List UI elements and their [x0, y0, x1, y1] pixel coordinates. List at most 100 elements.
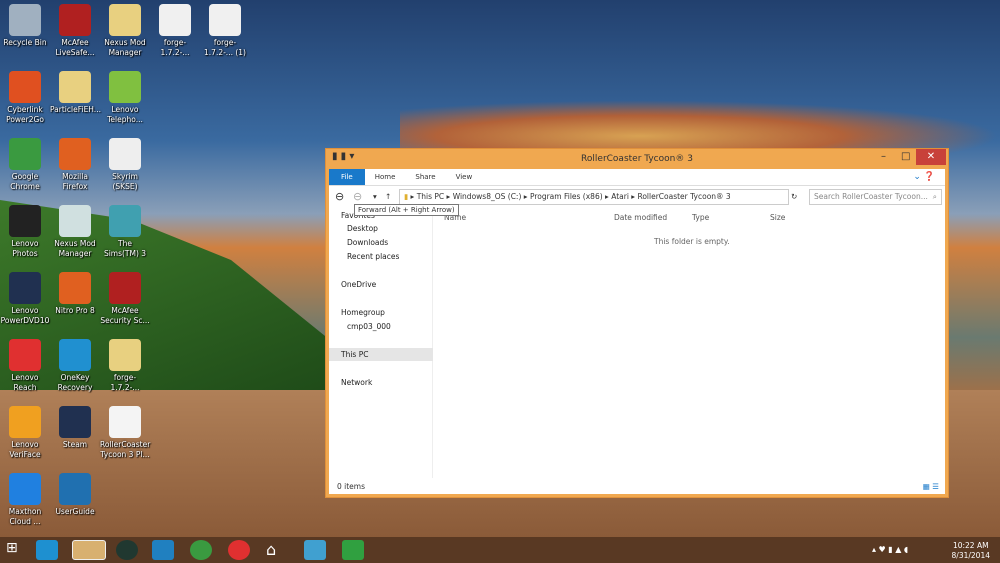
- desktop-icon[interactable]: forge-1.7.2-... (1): [200, 4, 250, 58]
- desktop-icon[interactable]: Skyrim (SKSE): [100, 138, 150, 192]
- desktop-icon[interactable]: Nexus Mod Manager: [50, 205, 100, 259]
- tab-view[interactable]: View: [446, 173, 483, 181]
- nav-item[interactable]: Recent places: [329, 250, 433, 263]
- app-icon[interactable]: [116, 540, 138, 560]
- address-bar[interactable]: ▮ ▸ This PC ▸ Windows8_OS (C:) ▸ Program…: [399, 189, 789, 205]
- tab-home[interactable]: Home: [365, 173, 406, 181]
- desktop-icon[interactable]: OneKey Recovery: [50, 339, 100, 393]
- nav-item-label: Desktop: [347, 224, 378, 233]
- app-icon: [109, 406, 141, 438]
- nav-item-label: Homegroup: [341, 308, 385, 317]
- desktop-icon[interactable]: Recycle Bin: [0, 4, 50, 48]
- column-size[interactable]: Size: [770, 213, 785, 222]
- search-icon: ⌕: [932, 192, 937, 201]
- breadcrumb-item[interactable]: Atari: [611, 192, 629, 201]
- taskbar: ⊞ ⌂ ▴ ♥ ▮ ▲ ◖ 10:22 AM 8/31/2014: [0, 537, 1000, 563]
- nav-item[interactable]: This PC: [329, 348, 433, 361]
- desktop-icon[interactable]: The Sims(TM) 3: [100, 205, 150, 259]
- desktop-icon[interactable]: UserGuide: [50, 473, 100, 517]
- breadcrumb-item[interactable]: Windows8_OS (C:): [453, 192, 522, 201]
- start-button[interactable]: ⊞: [6, 540, 28, 560]
- desktop-icon-label: McAfee Security Sc...: [100, 306, 150, 325]
- desktop-icon-label: Cyberlink Power2Go: [6, 105, 44, 124]
- app-icon: [9, 205, 41, 237]
- app-icon: [9, 71, 41, 103]
- maximize-button[interactable]: □: [901, 149, 910, 165]
- desktop-icon[interactable]: Nexus Mod Manager: [100, 4, 150, 58]
- desktop-icon[interactable]: Nitro Pro 8: [50, 272, 100, 316]
- desktop-icon-label: McAfee LiveSafe...: [55, 38, 95, 57]
- app-icon: [59, 138, 91, 170]
- desktop-icon-label: Mozilla Firefox: [62, 172, 88, 191]
- desktop-icon[interactable]: RollerCoaster Tycoon 3 Pl...: [100, 406, 150, 460]
- nav-item-label: Network: [341, 378, 373, 387]
- minimize-button[interactable]: –: [881, 149, 886, 165]
- empty-message: This folder is empty.: [654, 237, 730, 246]
- tab-file[interactable]: File: [329, 169, 365, 185]
- app-icon: [59, 71, 91, 103]
- desktop-icon[interactable]: Lenovo Telepho...: [100, 71, 150, 125]
- app-icon: [109, 71, 141, 103]
- desktop-icon[interactable]: Mozilla Firefox: [50, 138, 100, 192]
- desktop-icon[interactable]: Maxthon Cloud ...: [0, 473, 50, 527]
- desktop-icon-label: Steam: [62, 440, 88, 449]
- title-bar[interactable]: ▮ ▮ ▾ RollerCoaster Tycoon® 3 – □ ✕: [326, 149, 948, 169]
- internet-explorer-icon[interactable]: [36, 540, 58, 560]
- file-area: FavoritesDesktopDownloadsRecent placesOn…: [329, 207, 945, 494]
- status-bar: 0 items: [337, 482, 366, 491]
- column-date-modified[interactable]: Date modified: [614, 213, 667, 222]
- breadcrumb-item[interactable]: Program Files (x86): [530, 192, 603, 201]
- breadcrumb-item[interactable]: RollerCoaster Tycoon® 3: [637, 192, 730, 201]
- app-store-icon[interactable]: [304, 540, 326, 560]
- desktop-icon-label: Google Chrome: [10, 172, 40, 191]
- desktop-icon[interactable]: Cyberlink Power2Go: [0, 71, 50, 125]
- desktop-icon[interactable]: Lenovo PowerDVD10: [0, 272, 50, 326]
- nav-item[interactable]: cmp03_000: [329, 320, 433, 333]
- desktop-icon-label: The Sims(TM) 3: [103, 239, 147, 258]
- desktop-icon[interactable]: McAfee Security Sc...: [100, 272, 150, 326]
- nav-item[interactable]: Desktop: [329, 222, 433, 235]
- store-icon[interactable]: [342, 540, 364, 560]
- home-icon[interactable]: ⌂: [266, 540, 288, 560]
- close-button[interactable]: ✕: [916, 149, 946, 165]
- clock[interactable]: 10:22 AM 8/31/2014: [952, 541, 990, 561]
- navigation-pane: FavoritesDesktopDownloadsRecent placesOn…: [329, 207, 433, 478]
- lenovo-reach-icon[interactable]: [228, 540, 250, 560]
- view-toggle-icons[interactable]: ▦ ☰: [923, 482, 939, 491]
- search-input[interactable]: Search RollerCoaster Tycoon... ⌕: [809, 189, 942, 205]
- nav-item[interactable]: Network: [329, 376, 433, 389]
- nav-item[interactable]: OneDrive: [329, 278, 433, 291]
- desktop-icon-label: Lenovo Photos: [11, 239, 39, 258]
- desktop-icon[interactable]: Lenovo Reach: [0, 339, 50, 393]
- tab-share[interactable]: Share: [405, 173, 445, 181]
- desktop-icon[interactable]: McAfee LiveSafe...: [50, 4, 100, 58]
- back-button[interactable]: ⊖: [335, 190, 344, 203]
- breadcrumb-item[interactable]: This PC: [417, 192, 444, 201]
- file-explorer-icon[interactable]: [72, 540, 106, 560]
- app-icon: [159, 4, 191, 36]
- computer-icon[interactable]: [152, 540, 174, 560]
- nav-item[interactable]: Downloads: [329, 236, 433, 249]
- nav-item[interactable]: Homegroup: [329, 306, 433, 319]
- desktop-icon[interactable]: Google Chrome: [0, 138, 50, 192]
- desktop-icon-label: Nexus Mod Manager: [54, 239, 96, 258]
- desktop-icon[interactable]: forge-1.7.2-...: [100, 339, 150, 393]
- recent-dropdown[interactable]: ▾: [373, 192, 377, 201]
- column-type[interactable]: Type: [692, 213, 709, 222]
- desktop-icon[interactable]: Steam: [50, 406, 100, 450]
- app-icon: [59, 205, 91, 237]
- app-icon: [109, 272, 141, 304]
- quick-access-toolbar[interactable]: ▮ ▮ ▾: [332, 149, 354, 165]
- desktop-icon[interactable]: forge-1.7.2-...: [150, 4, 200, 58]
- system-tray-icons[interactable]: ▴ ♥ ▮ ▲ ◖: [872, 545, 908, 554]
- up-button[interactable]: ↑: [385, 192, 391, 201]
- folder-icon: ▮: [404, 192, 409, 201]
- help-icon[interactable]: ⌄ ❓: [903, 172, 945, 182]
- app-icon: [109, 205, 141, 237]
- desktop-icon[interactable]: Lenovo Photos: [0, 205, 50, 259]
- refresh-button[interactable]: ↻: [791, 192, 797, 201]
- forward-button[interactable]: ⊖: [353, 190, 362, 203]
- chrome-icon[interactable]: [190, 540, 212, 560]
- desktop-icon[interactable]: ParticleFiEH...: [50, 71, 101, 115]
- desktop-icon[interactable]: Lenovo VeriFace: [0, 406, 50, 460]
